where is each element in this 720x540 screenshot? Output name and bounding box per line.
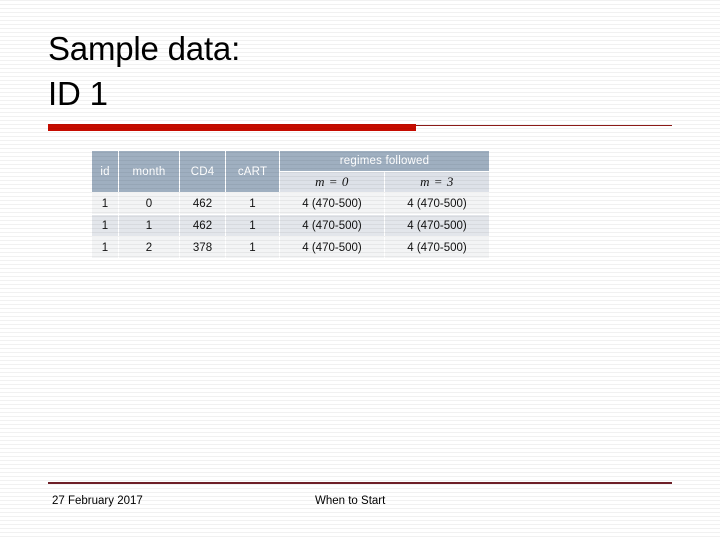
footer-divider <box>48 482 672 484</box>
footer-section-title: When to Start <box>315 495 386 507</box>
cell-month: 0 <box>119 193 179 214</box>
table-row: 1 1 462 1 4 (470-500) 4 (470-500) <box>92 215 489 236</box>
cell-month: 1 <box>119 215 179 236</box>
table-row: 1 0 462 1 4 (470-500) 4 (470-500) <box>92 193 489 214</box>
page-title-line-1: Sample data: <box>48 30 241 67</box>
cell-id: 1 <box>92 193 118 214</box>
cell-month: 2 <box>119 237 179 258</box>
cell-regime-m0: 4 (470-500) <box>280 193 384 214</box>
page-title: Sample data: ID 1 <box>48 26 668 116</box>
cell-regime-m3: 4 (470-500) <box>385 193 489 214</box>
cell-id: 1 <box>92 237 118 258</box>
subcolumn-header-m3: m = 3 <box>420 174 454 189</box>
sample-data-table-container: id month CD4 cART regimes followed m = 0… <box>91 150 490 259</box>
cell-cd4: 378 <box>180 237 225 258</box>
column-header-cart: cART <box>226 151 279 192</box>
page-title-line-2: ID 1 <box>48 75 108 112</box>
cell-cart: 1 <box>226 215 279 236</box>
table-body: 1 0 462 1 4 (470-500) 4 (470-500) 1 1 46… <box>92 193 489 258</box>
cell-cd4: 462 <box>180 193 225 214</box>
column-header-regimes-followed: regimes followed <box>280 151 489 171</box>
subcolumn-header-m0: m = 0 <box>315 174 349 189</box>
column-header-cd4: CD4 <box>180 151 225 192</box>
cell-cd4: 462 <box>180 215 225 236</box>
cell-regime-m0: 4 (470-500) <box>280 237 384 258</box>
table-header-row: id month CD4 cART regimes followed <box>92 151 489 192</box>
sample-data-table: id month CD4 cART regimes followed m = 0… <box>91 150 490 259</box>
column-header-month: month <box>119 151 179 192</box>
footer-date: 27 February 2017 <box>52 495 143 507</box>
cell-regime-m3: 4 (470-500) <box>385 237 489 258</box>
cell-id: 1 <box>92 215 118 236</box>
column-header-id: id <box>92 151 118 192</box>
title-underline-accent-bar <box>48 124 416 131</box>
cell-regime-m3: 4 (470-500) <box>385 215 489 236</box>
cell-regime-m0: 4 (470-500) <box>280 215 384 236</box>
cell-cart: 1 <box>226 193 279 214</box>
cell-cart: 1 <box>226 237 279 258</box>
table-row: 1 2 378 1 4 (470-500) 4 (470-500) <box>92 237 489 258</box>
